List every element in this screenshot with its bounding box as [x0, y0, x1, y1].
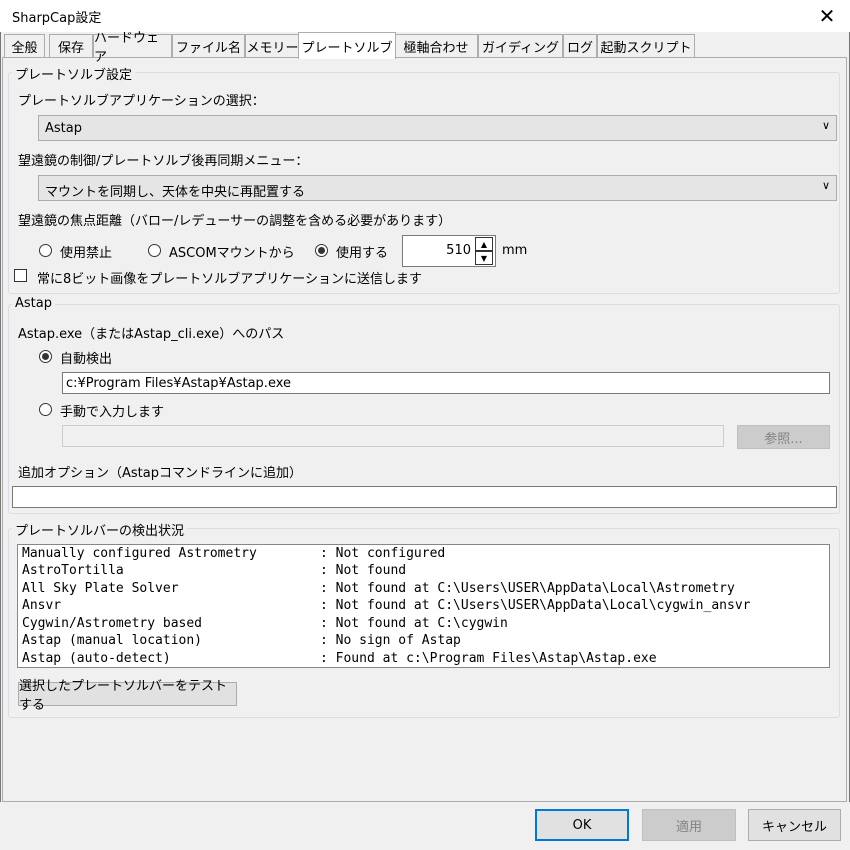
manual-path-label: 手動で入力します	[60, 405, 165, 420]
auto-detect-label: 自動検出	[60, 352, 113, 367]
cancel-button[interactable]: キャンセル	[748, 809, 841, 841]
extra-options-field[interactable]	[12, 486, 837, 508]
chevron-down-icon: ∨	[821, 119, 830, 132]
telescope-menu-dropdown[interactable]: マウントを同期し、天体を中央に再配置する ∨	[38, 175, 837, 201]
tab-filename[interactable]: ファイル名	[172, 34, 245, 57]
window-title: SharpCap設定	[12, 11, 102, 26]
browse-button[interactable]: 参照...	[737, 425, 830, 449]
app-select-label: プレートソルブアプリケーションの選択：	[18, 94, 265, 109]
astap-group-title: Astap	[12, 296, 55, 311]
manual-path-field[interactable]	[62, 425, 724, 447]
telescope-menu-label: 望遠鏡の制御/プレートソルブ後再同期メニュー：	[18, 154, 309, 169]
close-icon: ✕	[818, 4, 836, 28]
apply-button[interactable]: 適用	[642, 809, 736, 841]
tab-polar-align[interactable]: 極軸合わせ	[394, 34, 478, 57]
tab-save[interactable]: 保存	[49, 34, 93, 57]
focal-disabled-radio[interactable]	[39, 244, 52, 257]
focal-ascom-radio[interactable]	[148, 244, 161, 257]
focal-ascom-label: ASCOMマウントから	[169, 246, 295, 261]
tab-guiding[interactable]: ガイディング	[478, 34, 563, 57]
extra-options-label: 追加オプション（Astapコマンドラインに追加）	[18, 466, 302, 481]
auto-path-field[interactable]: c:¥Program Files¥Astap¥Astap.exe	[62, 372, 830, 394]
close-button[interactable]: ✕	[804, 0, 850, 32]
focal-unit: mm	[502, 243, 528, 258]
platesolve-settings-title: プレートソルブ設定	[12, 64, 136, 83]
focal-length-stepper[interactable]: 510 ▲ ▼	[402, 235, 496, 267]
chevron-down-icon: ∨	[821, 179, 830, 192]
ok-button[interactable]: OK	[535, 809, 629, 841]
focal-disabled-label: 使用禁止	[60, 246, 113, 261]
tab-hardware[interactable]: ハードウェア	[93, 31, 172, 65]
send-8bit-checkbox[interactable]	[14, 269, 27, 282]
focal-use-label: 使用する	[336, 246, 389, 261]
tab-log[interactable]: ログ	[563, 34, 597, 57]
tab-general[interactable]: 全般	[4, 34, 45, 57]
tab-memory[interactable]: メモリー	[245, 34, 300, 57]
auto-detect-radio[interactable]	[39, 350, 52, 363]
app-select-dropdown[interactable]: Astap ∨	[38, 115, 837, 141]
astap-path-label: Astap.exe（またはAstap_cli.exe）へのパス	[18, 327, 285, 342]
tab-startup-scripts[interactable]: 起動スクリプト	[597, 34, 695, 57]
send-8bit-label: 常に8ビット画像をプレートソルブアプリケーションに送信します	[37, 272, 423, 287]
tab-platesolve[interactable]: プレートソルブ	[298, 32, 396, 59]
manual-path-radio[interactable]	[39, 403, 52, 416]
detection-log[interactable]: Manually configured Astrometry: Not conf…	[17, 544, 830, 668]
spin-down-icon[interactable]: ▼	[475, 251, 493, 265]
focal-length-label: 望遠鏡の焦点距離（バロー/レデューサーの調整を含める必要があります）	[18, 214, 452, 229]
test-platesolver-button[interactable]: 選択したプレートソルバーをテストする	[18, 679, 237, 713]
detection-group-title: プレートソルバーの検出状況	[12, 520, 188, 539]
focal-use-radio[interactable]	[315, 244, 328, 257]
spin-up-icon[interactable]: ▲	[475, 237, 493, 251]
